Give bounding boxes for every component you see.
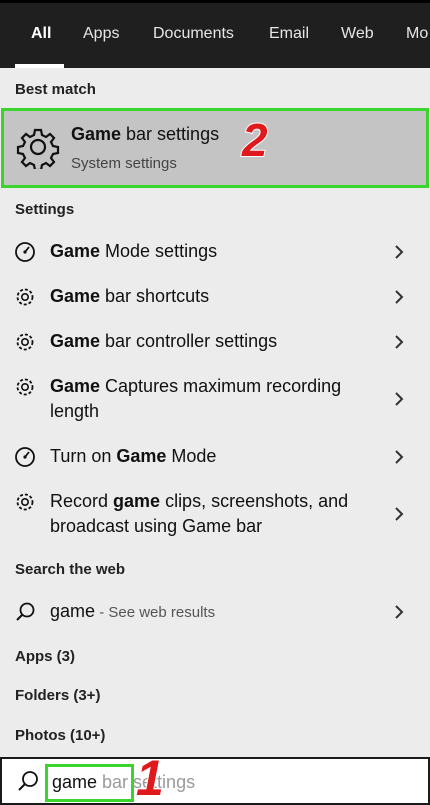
chevron-right-icon	[395, 245, 404, 259]
annotation-number-2: 2	[241, 114, 269, 166]
tab-apps[interactable]: Apps	[83, 25, 119, 43]
tab-more[interactable]: Mo	[406, 25, 428, 43]
setting-item-turn-on-game-mode[interactable]: Turn on Game Mode	[0, 444, 430, 474]
speedometer-icon	[15, 447, 35, 467]
setting-item-game-bar-controller-settings[interactable]: Game bar controller settings	[0, 329, 430, 359]
best-match-result[interactable]: Game bar settings System settings 2	[1, 108, 429, 188]
search-scope-tabs: All Apps Documents Email Web Mo	[0, 0, 430, 68]
chevron-right-icon	[395, 335, 404, 349]
results-panel: Best match Game bar settings System sett…	[0, 68, 430, 757]
gear-icon	[16, 333, 34, 351]
tab-all[interactable]: All	[31, 25, 51, 43]
gear-icon	[16, 378, 34, 396]
section-photos[interactable]: Photos (10+)	[15, 727, 105, 744]
setting-item-game-mode-settings[interactable]: Game Mode settings	[0, 239, 430, 269]
search-box[interactable]: game bar settings 1	[0, 752, 430, 805]
setting-item-record-game-clips[interactable]: Record game clips, screenshots, and broa…	[0, 489, 430, 541]
top-strip	[0, 0, 430, 3]
web-result-label: game - See web results	[50, 601, 216, 621]
setting-item-label: Game bar shortcuts	[50, 286, 210, 306]
chevron-right-icon	[395, 290, 404, 304]
search-icon	[16, 602, 35, 621]
gear-icon	[16, 128, 60, 169]
setting-item-label: Game Mode settings	[50, 241, 218, 261]
best-match-title: Game bar settings	[71, 124, 220, 144]
tab-documents[interactable]: Documents	[153, 25, 234, 43]
annotation-number-1: 1	[135, 750, 165, 805]
best-match-subtitle: System settings	[71, 155, 177, 172]
setting-item-label: Record game clips, screenshots, and broa…	[50, 491, 349, 536]
chevron-right-icon	[395, 605, 404, 619]
best-match-heading: Best match	[15, 81, 96, 98]
speedometer-icon	[15, 242, 35, 262]
setting-item-game-bar-shortcuts[interactable]: Game bar shortcuts	[0, 284, 430, 314]
web-result-item[interactable]: game - See web results	[0, 599, 430, 629]
section-apps[interactable]: Apps (3)	[15, 648, 75, 665]
search-web-heading: Search the web	[15, 561, 126, 578]
setting-item-label: Game bar controller settings	[50, 331, 278, 351]
tab-email[interactable]: Email	[269, 25, 309, 43]
chevron-right-icon	[395, 450, 404, 464]
tab-web[interactable]: Web	[341, 25, 374, 43]
section-folders[interactable]: Folders (3+)	[15, 687, 100, 704]
gear-icon	[16, 288, 34, 306]
typed-text-highlight	[45, 764, 134, 802]
gear-icon	[16, 493, 34, 511]
search-icon	[18, 771, 38, 791]
settings-heading: Settings	[15, 201, 75, 218]
setting-item-game-captures-max-length[interactable]: Game Captures maximum recording length	[0, 374, 430, 426]
setting-item-label: Game Captures maximum recording length	[50, 376, 342, 421]
chevron-right-icon	[395, 392, 404, 406]
setting-item-label: Turn on Game Mode	[50, 446, 217, 466]
chevron-right-icon	[395, 507, 404, 521]
